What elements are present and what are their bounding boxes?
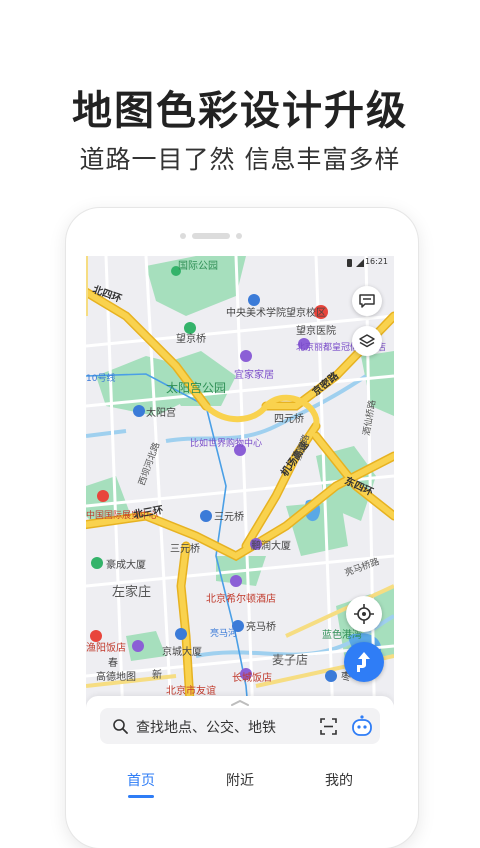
- map-label: 太阳宫: [146, 406, 176, 419]
- map-label: 亮马河: [210, 627, 237, 639]
- message-button[interactable]: [352, 286, 382, 316]
- signal-icon: [356, 259, 364, 267]
- tab-nearby[interactable]: 附近: [210, 770, 270, 790]
- promo-headline: 地图色彩设计升级: [72, 88, 408, 134]
- search-icon: [113, 719, 128, 734]
- search-bar[interactable]: 查找地点、公交、地铁: [100, 708, 380, 744]
- map-label: 亮马桥: [246, 620, 276, 633]
- map-label: 四元桥: [274, 413, 304, 425]
- phone-screen: 国际公园 中央美术学院望京校区 望京医院 望京桥 北京丽都皇冠假日酒店 宜家家居…: [86, 256, 394, 800]
- map-label: 春: [108, 657, 118, 669]
- map-label: 三元桥: [214, 511, 244, 523]
- map-label: 北京希尔顿酒店: [206, 592, 276, 605]
- search-placeholder[interactable]: 查找地点、公交、地铁: [136, 717, 276, 737]
- map-label: 宜家家居: [234, 368, 274, 381]
- map-label: 豪成大厦: [106, 558, 146, 571]
- bottom-tab-bar: 首页 附近 我的: [86, 762, 394, 800]
- route-arrow-icon: [357, 652, 370, 672]
- drag-handle-icon[interactable]: [228, 699, 252, 707]
- map-label: 望京医院: [296, 324, 336, 337]
- locate-button[interactable]: [346, 596, 382, 632]
- map-label: 长城饭店: [232, 671, 272, 684]
- message-icon: [359, 294, 375, 308]
- map-label: 京城大厦: [162, 645, 202, 658]
- voice-assistant-icon[interactable]: [350, 714, 374, 738]
- map-label: 左家庄: [112, 584, 151, 600]
- route-button[interactable]: [344, 642, 384, 682]
- map-label: 渔阳饭店: [86, 641, 126, 654]
- map-label: 比如世界购物中心: [190, 437, 262, 449]
- map-label: 鹏润大厦: [251, 539, 291, 552]
- status-bar: 16:21: [86, 256, 394, 272]
- layers-icon: [359, 334, 375, 348]
- phone-speaker: [180, 233, 242, 239]
- map-label: 中央美术学院望京校区: [226, 306, 326, 319]
- scan-icon[interactable]: [320, 718, 337, 735]
- map-label: 太阳宫公园: [166, 380, 226, 395]
- tab-home[interactable]: 首页: [111, 770, 171, 790]
- map-label: 高德地图: [96, 670, 136, 683]
- battery-icon: [347, 259, 352, 267]
- tab-active-indicator: [128, 795, 154, 798]
- locate-icon: [354, 604, 374, 624]
- status-time: 16:21: [364, 257, 388, 266]
- map-label: 麦子店: [272, 653, 308, 667]
- map-label: 新: [152, 668, 162, 681]
- layers-button[interactable]: [352, 326, 382, 356]
- tab-mine[interactable]: 我的: [309, 770, 369, 790]
- bottom-panel: 查找地点、公交、地铁 首页 附近 我的: [86, 696, 394, 800]
- promo-subline: 道路一目了然 信息丰富多样: [79, 145, 401, 174]
- map-label: 望京桥: [176, 332, 206, 345]
- map-label: 三元桥: [170, 543, 200, 555]
- map-label: 10号线: [86, 372, 115, 384]
